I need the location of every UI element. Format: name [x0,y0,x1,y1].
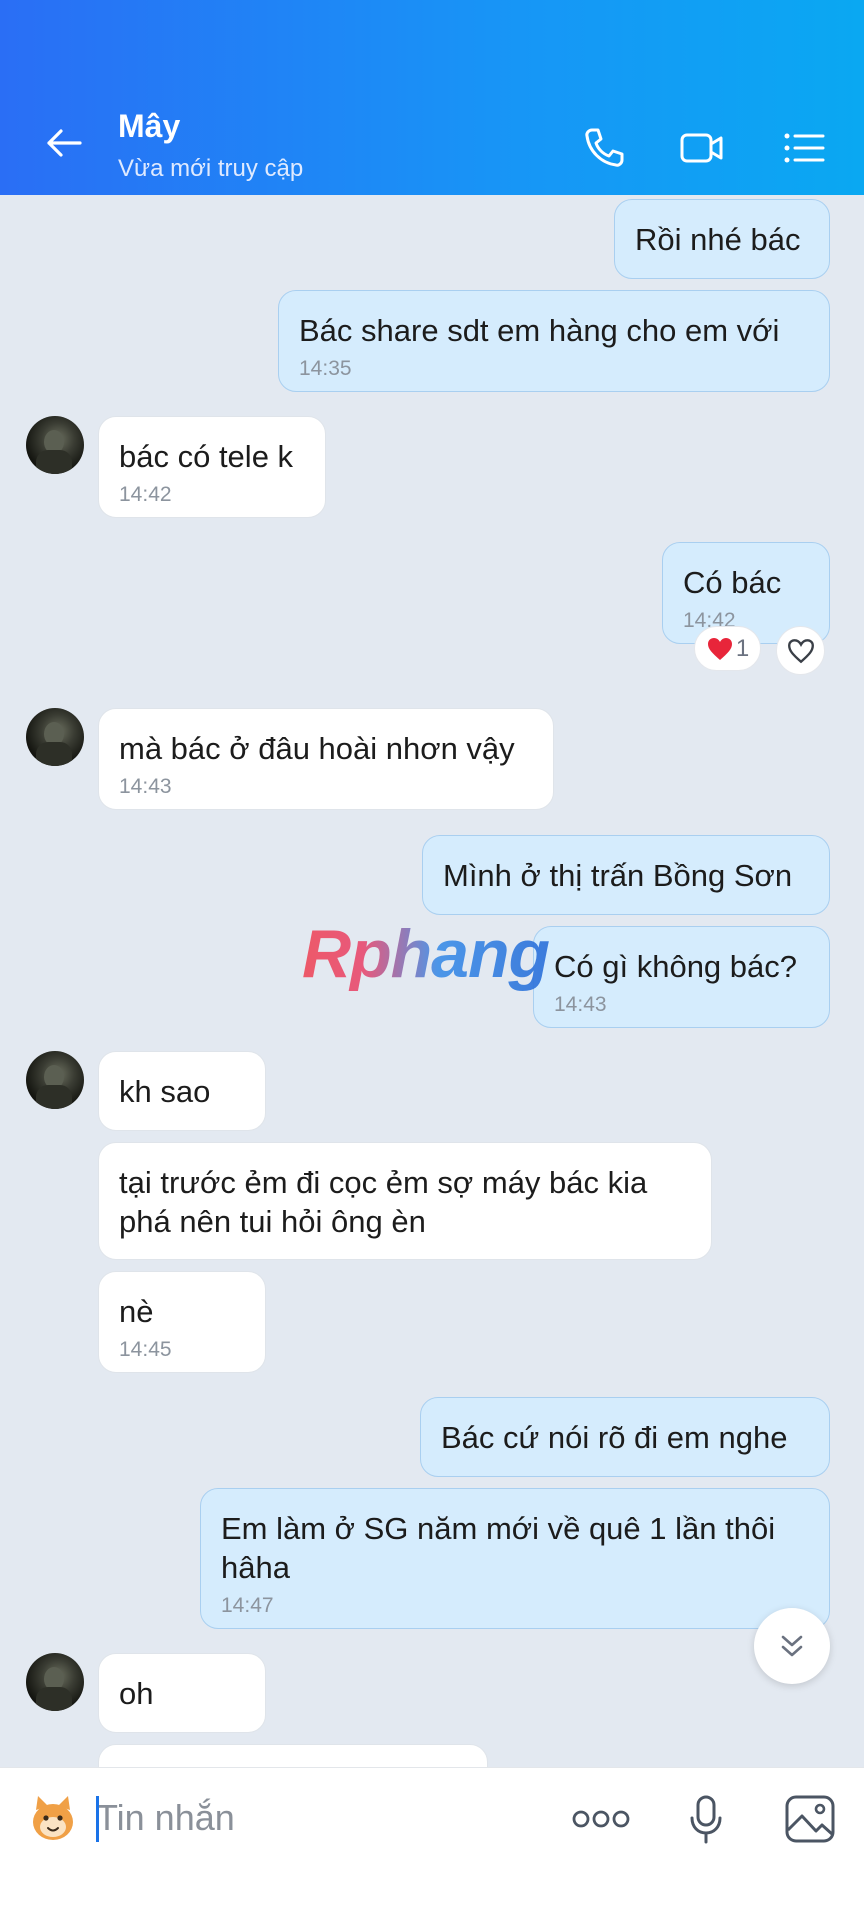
image-gallery-icon[interactable] [784,1794,836,1844]
message-text: Có bác [683,565,782,600]
avatar[interactable] [26,416,84,474]
avatar[interactable] [26,1051,84,1109]
message-time: 14:43 [119,775,172,798]
heart-outline-icon [787,638,814,663]
message-text: Mình ở thị trấn Bồng Sơn [443,858,793,893]
message-text: tại trước ẻm đi cọc ẻm sợ máy bác kia ph… [119,1165,648,1239]
contact-status: Vừa mới truy cập [118,155,304,182]
message-bubble-incoming[interactable]: bác có tele k 14:42 [98,416,326,518]
message-text: Bác cứ nói rõ đi em nghe [441,1420,788,1455]
message-text: Rồi nhé bác [635,222,801,257]
message-text: nè [119,1294,154,1329]
message-bubble-outgoing[interactable]: Có gì không bác? 14:43 [533,926,830,1028]
message-text: Em làm ở SG năm mới về quê 1 lần thôi hâ… [221,1511,776,1585]
message-bubble-incoming[interactable]: kh sao [98,1051,266,1131]
scroll-to-bottom-button[interactable] [754,1608,830,1684]
message-input[interactable] [96,1790,536,1846]
back-arrow-icon[interactable] [44,123,84,163]
message-time: 14:35 [299,357,352,380]
message-time: 14:42 [119,483,172,506]
sticker-icon[interactable] [26,1792,80,1846]
message-bubble-incoming[interactable]: nè 14:45 [98,1271,266,1373]
avatar[interactable] [26,1653,84,1711]
message-composer [0,1767,864,1920]
watermark-logo: Rphang [302,916,550,992]
message-text: kh sao [119,1074,211,1109]
message-list[interactable]: Rồi nhé bác Bác share sdt em hàng cho em… [0,195,864,1767]
message-text: bác có tele k [119,439,294,474]
phone-icon[interactable] [580,124,628,172]
avatar[interactable] [26,708,84,766]
message-bubble-outgoing[interactable]: Em làm ở SG năm mới về quê 1 lần thôi hâ… [200,1488,830,1629]
message-bubble-outgoing[interactable]: Bác share sdt em hàng cho em với 14:35 [278,290,830,392]
message-bubble-incoming[interactable]: oh [98,1653,266,1733]
message-text: Bác share sdt em hàng cho em với [299,313,780,348]
message-bubble-incoming[interactable] [98,1744,488,1767]
heart-filled-icon [707,637,732,660]
message-bubble-outgoing[interactable]: Bác cứ nói rõ đi em nghe [420,1397,830,1477]
reaction-count: 1 [735,634,750,662]
message-bubble-outgoing[interactable]: Rồi nhé bác [614,199,830,279]
chevron-double-down-icon [781,1635,803,1657]
message-time: 14:45 [119,1338,172,1361]
message-text: mà bác ở đâu hoài nhơn vậy [119,731,515,766]
message-time: 14:43 [554,993,607,1016]
add-reaction-button[interactable] [776,626,825,675]
reaction-count-badge[interactable]: 1 [694,626,761,671]
message-text: Có gì không bác? [554,949,798,984]
text-cursor [96,1796,99,1842]
chat-header: Mây Vừa mới truy cập [0,0,864,195]
video-call-icon[interactable] [678,124,726,172]
message-bubble-incoming[interactable]: tại trước ẻm đi cọc ẻm sợ máy bác kia ph… [98,1142,712,1260]
message-time: 14:47 [221,1594,274,1617]
message-text: oh [119,1676,154,1711]
more-options-icon[interactable] [572,1808,630,1830]
message-bubble-incoming[interactable]: mà bác ở đâu hoài nhơn vậy 14:43 [98,708,554,810]
message-bubble-outgoing[interactable]: Mình ở thị trấn Bồng Sơn [422,835,830,915]
list-menu-icon[interactable] [780,124,828,172]
microphone-icon[interactable] [688,1794,724,1846]
contact-name[interactable]: Mây [118,108,180,145]
